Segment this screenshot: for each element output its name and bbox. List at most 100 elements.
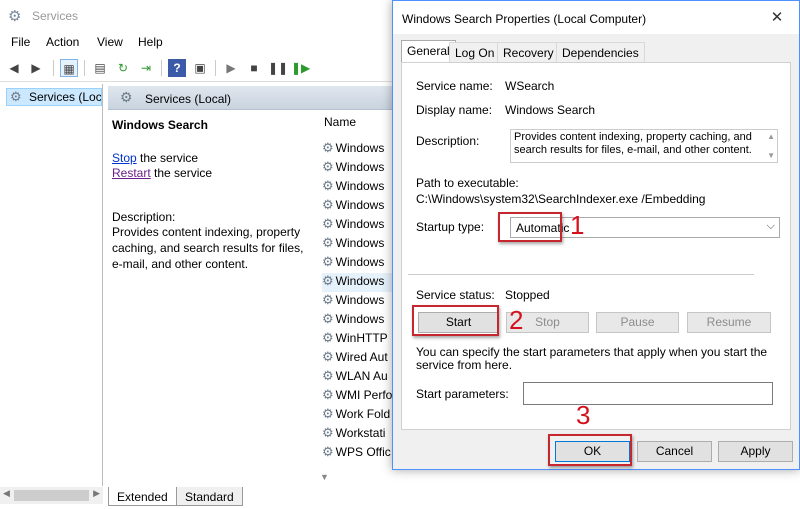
list-item-label: Windows (335, 141, 385, 155)
list-item-label: Windows (335, 293, 385, 307)
tab-general[interactable]: General (401, 40, 456, 64)
list-item-label: Windows (335, 274, 385, 288)
restart-service-link[interactable]: Restart (112, 166, 151, 180)
list-item[interactable]: ⚙ Windows (322, 159, 392, 178)
scroll-down-icon[interactable]: ▼ (767, 149, 775, 162)
service-gear-icon: ⚙ (322, 406, 334, 421)
list-item[interactable]: ⚙ Wired Aut (322, 349, 392, 368)
start-params-info: You can specify the start parameters tha… (416, 345, 768, 372)
stop-icon[interactable]: ■ (245, 59, 263, 77)
service-gear-icon: ⚙ (322, 235, 334, 250)
description-textbox[interactable]: Provides content indexing, property cach… (510, 129, 778, 163)
tab-recovery[interactable]: Recovery (497, 42, 560, 63)
list-item[interactable]: ⚙ Windows (322, 311, 392, 330)
cancel-button[interactable]: Cancel (637, 441, 712, 462)
scroll-up-icon[interactable]: ▲ (767, 130, 775, 143)
list-item[interactable]: ⚙ Windows (322, 292, 392, 311)
console-tree: ⚙ Services (Local) (0, 84, 103, 486)
list-item[interactable]: ⚙ Windows (322, 254, 392, 273)
list-item[interactable]: ⚙ WLAN Au (322, 368, 392, 387)
callout-box-ok (548, 434, 632, 466)
scroll-down-icon[interactable]: ▼ (320, 472, 334, 486)
menu-file[interactable]: File (11, 35, 30, 49)
service-gear-icon: ⚙ (322, 292, 334, 307)
list-item[interactable]: ⚙ WinHTTP (322, 330, 392, 349)
stop-line-suffix: the service (136, 151, 199, 165)
restart-icon[interactable]: ❚▶ (291, 59, 310, 77)
scroll-right-icon[interactable]: ▶ (93, 488, 100, 499)
list-item[interactable]: ⚙ Windows (322, 273, 392, 292)
service-gear-icon: ⚙ (322, 425, 334, 440)
properties-dialog: Windows Search Properties (Local Compute… (392, 0, 800, 470)
view-tabs: Extended Standard (104, 487, 404, 507)
services-gear-icon: ⚙ (10, 89, 22, 104)
dialog-titlebar: Windows Search Properties (Local Compute… (393, 1, 799, 34)
menu-view[interactable]: View (97, 35, 123, 49)
chevron-down-icon[interactable]: ⌵ (767, 220, 775, 233)
scrollbar-thumb[interactable] (14, 490, 89, 501)
display-name-label: Display name: (416, 103, 493, 117)
back-arrow-icon[interactable]: ◀ (5, 59, 23, 77)
description-text: Provides content indexing, property cach… (112, 225, 304, 271)
menu-action[interactable]: Action (46, 35, 79, 49)
play-icon[interactable]: ▶ (222, 59, 240, 77)
service-status-value: Stopped (505, 288, 550, 302)
tab-standard[interactable]: Standard (176, 487, 243, 506)
list-item[interactable]: ⚙ Windows (322, 235, 392, 254)
tab-extended[interactable]: Extended (108, 487, 177, 506)
scroll-left-icon[interactable]: ◀ (3, 488, 10, 499)
properties-list-icon[interactable]: ▤ (91, 59, 109, 77)
selected-service-name: Windows Search (112, 118, 208, 132)
description-label: Description: (112, 210, 176, 224)
general-tab-panel: Service name: WSearch Display name: Wind… (401, 62, 791, 430)
list-item[interactable]: ⚙ Windows (322, 140, 392, 159)
horizontal-scrollbar[interactable]: ◀ ▶ (0, 487, 103, 504)
apply-button[interactable]: Apply (718, 441, 793, 462)
service-status-label: Service status: (416, 288, 495, 302)
list-item-label: Windows (335, 236, 385, 250)
forward-arrow-icon[interactable]: ▶ (27, 59, 45, 77)
services-list: Name ⚙ Windows ⚙ Windows ⚙ Windows ⚙ Windows ⚙ Wi… (320, 112, 392, 457)
list-item-label: Windows (335, 179, 385, 193)
export-list-icon[interactable]: ⇥ (137, 59, 155, 77)
callout-number-3: 3 (576, 400, 591, 430)
list-item[interactable]: ⚙ Windows (322, 216, 392, 235)
help-icon[interactable]: ? (168, 59, 186, 77)
menu-help[interactable]: Help (138, 35, 163, 49)
list-item[interactable]: ⚙ Windows (322, 178, 392, 197)
list-item-label: WPS Offic (335, 445, 391, 457)
list-item[interactable]: ⚙ Work Fold (322, 406, 392, 425)
start-params-label: Start parameters: (416, 387, 509, 401)
service-gear-icon: ⚙ (322, 311, 334, 326)
service-gear-icon: ⚙ (322, 216, 334, 231)
description-text: Provides content indexing, property cach… (514, 131, 752, 156)
dialog-title: Windows Search Properties (Local Compute… (402, 12, 647, 26)
tab-log-on[interactable]: Log On (449, 42, 501, 63)
console-view-icon[interactable]: ▣ (191, 59, 209, 77)
callout-number-2: 2 (509, 305, 524, 335)
service-gear-icon: ⚙ (322, 273, 334, 288)
list-item[interactable]: ⚙ Windows (322, 197, 392, 216)
refresh-icon[interactable]: ↻ (114, 59, 132, 77)
list-item-label: Windows (335, 160, 385, 174)
stop-service-link[interactable]: Stop (112, 151, 137, 165)
start-params-input[interactable] (523, 382, 773, 405)
tab-dependencies[interactable]: Dependencies (556, 42, 645, 63)
list-item[interactable]: ⚙ WPS Offic (322, 444, 392, 457)
column-header-name[interactable]: Name (324, 115, 356, 129)
path-label: Path to executable: (416, 176, 519, 190)
pause-icon[interactable]: ❚❚ (268, 59, 288, 77)
restart-line-suffix: the service (150, 166, 213, 180)
list-item-label: WinHTTP (335, 331, 388, 345)
list-item[interactable]: ⚙ Workstati (322, 425, 392, 444)
tree-item-services-local[interactable]: ⚙ Services (Local) (6, 88, 102, 106)
service-gear-icon: ⚙ (322, 349, 334, 364)
close-icon[interactable]: ✕ (755, 1, 799, 34)
show-console-tree-icon[interactable]: ▦ (60, 59, 78, 77)
service-name-label: Service name: (416, 79, 493, 93)
list-item[interactable]: ⚙ WMI Perfo (322, 387, 392, 406)
list-item-label: Windows (335, 255, 385, 269)
resume-button[interactable]: Resume (687, 312, 771, 333)
pause-button[interactable]: Pause (596, 312, 679, 333)
callout-number-1: 1 (570, 210, 585, 240)
